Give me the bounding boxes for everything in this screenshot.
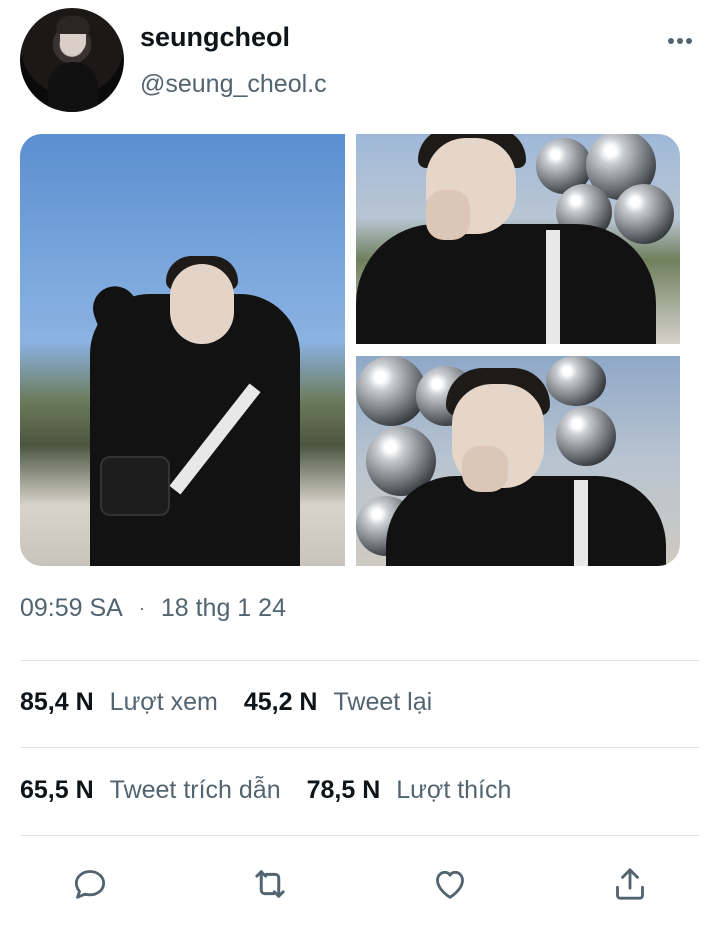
photo-subject	[386, 476, 666, 566]
timestamp-date: 18 thg 1 24	[160, 594, 286, 622]
retweet-button[interactable]	[242, 856, 298, 912]
photo-subject	[356, 224, 656, 344]
photo-subject-hand	[426, 190, 470, 240]
author-avatar[interactable]	[20, 8, 124, 112]
author-display-name[interactable]: seungcheol	[140, 22, 290, 53]
quotes-count: 65,5 N	[20, 776, 94, 804]
avatar-figure	[48, 62, 98, 112]
avatar-hair	[56, 16, 90, 34]
retweets-label: Tweet lại	[333, 688, 433, 716]
retweet-icon	[255, 870, 285, 898]
photo-1[interactable]	[20, 134, 345, 566]
photo-subject-face	[170, 264, 234, 344]
retweets-count: 45,2 N	[243, 688, 318, 716]
more-options-button[interactable]	[660, 26, 700, 56]
photo-2[interactable]	[356, 134, 680, 344]
heart-icon	[436, 870, 464, 899]
stats-row-1: 85,4 N Lượt xem 45,2 N Tweet lại	[20, 688, 458, 717]
tweet-timestamp[interactable]: 09:59 SA · 18 thg 1 24	[20, 594, 286, 623]
reply-icon	[74, 870, 106, 899]
photo-3[interactable]	[356, 356, 680, 566]
retweets-stat[interactable]: 45,2 N Tweet lại	[244, 688, 432, 717]
author-handle[interactable]: @seung_cheol.c	[140, 70, 327, 99]
likes-count: 78,5 N	[306, 776, 381, 804]
crossbody-bag	[100, 456, 170, 516]
views-count: 85,4 N	[20, 688, 94, 716]
timestamp-separator: ·	[138, 598, 145, 618]
bag-strap	[574, 480, 588, 566]
chrome-sphere	[546, 356, 606, 406]
divider	[20, 660, 700, 661]
bag-strap	[546, 230, 560, 344]
quotes-label: Tweet trích dẫn	[109, 776, 281, 804]
chrome-sphere	[556, 406, 616, 466]
tweet-actions	[20, 856, 700, 912]
share-icon	[616, 868, 644, 900]
share-button[interactable]	[602, 856, 658, 912]
timestamp-time: 09:59 SA	[20, 594, 123, 622]
like-button[interactable]	[422, 856, 478, 912]
views-label: Lượt xem	[109, 688, 218, 716]
views-stat[interactable]: 85,4 N Lượt xem	[20, 688, 218, 717]
more-horizontal-icon	[668, 38, 692, 44]
reply-button[interactable]	[62, 856, 118, 912]
likes-stat[interactable]: 78,5 N Lượt thích	[307, 776, 512, 805]
media-grid	[20, 134, 680, 566]
quotes-stat[interactable]: 65,5 N Tweet trích dẫn	[20, 776, 281, 805]
likes-label: Lượt thích	[396, 776, 512, 804]
divider	[20, 835, 700, 836]
tweet-header: seungcheol @seung_cheol.c	[20, 8, 700, 112]
chrome-sphere	[614, 184, 674, 244]
photo-subject-hand	[462, 446, 508, 492]
stats-row-2: 65,5 N Tweet trích dẫn 78,5 N Lượt thích	[20, 776, 537, 805]
divider	[20, 747, 700, 748]
